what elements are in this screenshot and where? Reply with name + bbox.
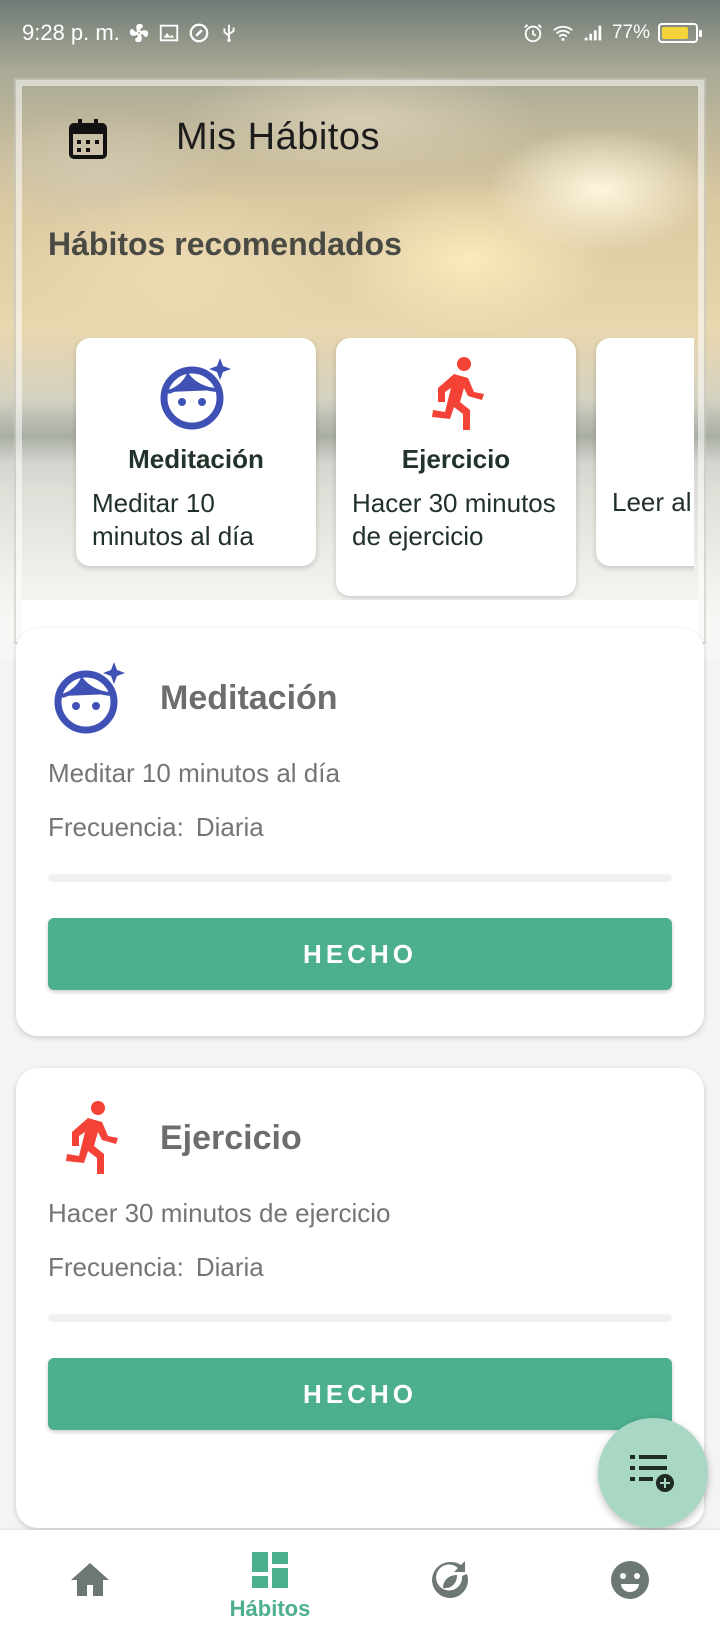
dashboard-icon — [252, 1552, 288, 1588]
habit-title: Ejercicio — [160, 1118, 302, 1157]
frequency-label: Frecuencia: — [48, 1252, 184, 1282]
app-title: Mis Hábitos — [176, 116, 380, 158]
nav-item-progress[interactable] — [360, 1530, 540, 1640]
habit-frequency: Frecuencia: Diaria — [48, 812, 264, 843]
fan-icon — [129, 23, 149, 43]
running-icon — [432, 357, 484, 430]
recommended-name: Ejercicio — [401, 444, 511, 474]
habit-description: Meditar 10 minutos al día — [48, 758, 340, 788]
header-panel: Mis Hábitos Hábitos recomendados Meditac… — [14, 78, 706, 644]
done-button[interactable]: HECHO — [48, 918, 672, 990]
recommended-card-reading[interactable]: Leer al día — [596, 338, 694, 566]
smiley-icon — [611, 1561, 649, 1599]
running-icon — [66, 1101, 118, 1174]
recommended-name: Meditación — [128, 444, 264, 474]
recommended-description: Meditar 10 minutos al día — [92, 488, 254, 551]
usb-icon — [223, 24, 235, 42]
nav-item-home[interactable] — [0, 1530, 180, 1640]
battery-percent: 77% — [611, 22, 650, 43]
recommended-section-title: Hábitos recomendados — [48, 226, 402, 262]
habit-frequency: Frecuencia: Diaria — [48, 1252, 264, 1283]
sync-icon — [189, 23, 209, 43]
alarm-icon — [524, 24, 542, 43]
frequency-value: Diaria — [195, 812, 264, 842]
sync-leaf-icon — [432, 1561, 469, 1598]
face-sparkle-icon — [160, 358, 231, 430]
recommended-card-exercise[interactable]: Ejercicio Hacer 30 minutos de ejercicio — [336, 338, 576, 596]
status-time: 9:28 p. m. — [22, 20, 120, 45]
recommended-card-meditation[interactable]: Meditación Meditar 10 minutos al día — [76, 338, 316, 566]
wifi-icon — [553, 25, 573, 41]
habit-progress-bar — [48, 874, 672, 882]
recommended-carousel[interactable]: Meditación Meditar 10 minutos al día Eje… — [22, 338, 694, 608]
face-sparkle-icon — [54, 662, 125, 734]
home-icon — [71, 1563, 109, 1596]
nav-item-profile[interactable] — [540, 1530, 720, 1640]
add-habit-fab[interactable] — [598, 1418, 708, 1528]
add-list-icon — [630, 1455, 674, 1492]
done-button[interactable]: HECHO — [48, 1358, 672, 1430]
recommended-name — [612, 444, 694, 474]
habit-card-meditation: Meditación Meditar 10 minutos al día Fre… — [16, 628, 704, 1036]
calendar-icon[interactable] — [68, 118, 108, 160]
signal-icon — [584, 25, 602, 41]
battery-icon — [658, 23, 702, 43]
frequency-value: Diaria — [195, 1252, 264, 1282]
nav-item-habits[interactable]: Hábitos — [180, 1530, 360, 1640]
nav-label-habits: Hábitos — [229, 1596, 311, 1621]
recommended-icon-placeholder — [678, 356, 694, 432]
frequency-label: Frecuencia: — [48, 812, 184, 842]
bottom-navigation: Hábitos — [0, 1530, 720, 1640]
habit-progress-bar — [48, 1314, 672, 1322]
recommended-description: Hacer 30 minutos de ejercicio — [352, 488, 556, 551]
status-bar: 9:28 p. m. 77% — [0, 0, 720, 66]
recommended-description: Leer al día — [612, 487, 694, 517]
habit-description: Hacer 30 minutos de ejercicio — [48, 1198, 391, 1228]
habit-title: Meditación — [160, 678, 338, 717]
gallery-icon — [159, 24, 179, 42]
